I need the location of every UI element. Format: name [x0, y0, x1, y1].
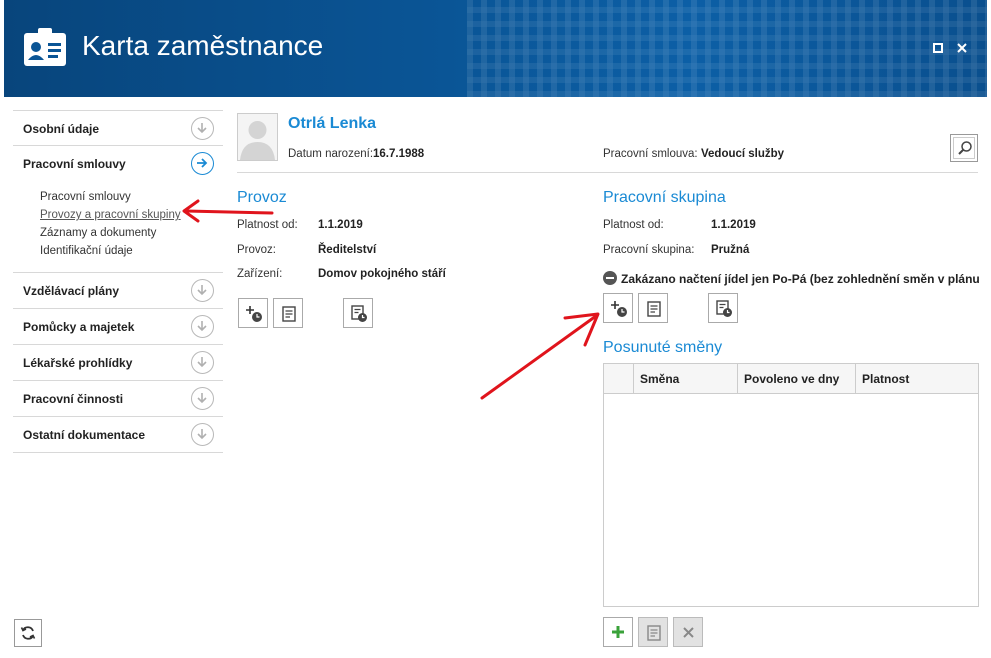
column-header-validity[interactable]: Platnost — [856, 364, 978, 393]
sidebar-item-contracts[interactable]: Pracovní smlouvy — [13, 146, 223, 182]
sidebar-item-equipment[interactable]: Pomůcky a majetek — [13, 309, 223, 345]
sidebar-item-label: Lékařské prohlídky — [23, 356, 133, 370]
maximize-button[interactable] — [930, 41, 946, 57]
sidebar-item-label: Vzdělávací plány — [23, 284, 120, 298]
provoz-valid-label: Platnost od: — [237, 219, 298, 231]
birth-label: Datum narození: — [288, 148, 374, 160]
meal-restriction-notice: Zakázano načtení jídel jen Po-Pá (bez zo… — [603, 271, 980, 286]
column-header-shift[interactable]: Směna — [634, 364, 738, 393]
sidebar-item-education[interactable]: Vzdělávací plány — [13, 273, 223, 309]
arrow-down-icon — [191, 117, 214, 140]
sidebar: Osobní údaje Pracovní smlouvy Pracovní s… — [13, 110, 223, 453]
sidebar-item-label: Pracovní činnosti — [23, 392, 124, 406]
document-clock-icon — [351, 305, 367, 322]
plus-icon — [612, 626, 624, 638]
submenu-item-identification[interactable]: Identifikační údaje — [40, 242, 223, 260]
annotation-arrow-diagonal — [480, 312, 600, 400]
notice-text: Zakázano načtení jídel jen Po-Pá (bez zo… — [621, 272, 980, 286]
minus-circle-icon — [603, 271, 617, 285]
sidebar-item-label: Pracovní smlouvy — [23, 157, 126, 171]
id-badge-icon — [24, 28, 66, 66]
add-clock-icon — [611, 301, 627, 317]
submenu-item-records[interactable]: Záznamy a dokumenty — [40, 224, 223, 242]
delete-shift-button[interactable] — [673, 617, 703, 647]
sidebar-item-activities[interactable]: Pracovní činnosti — [13, 381, 223, 417]
search-icon — [958, 141, 972, 155]
arrow-down-icon — [191, 315, 214, 338]
close-icon — [957, 43, 967, 53]
refresh-icon — [20, 626, 36, 640]
add-provoz-button[interactable] — [238, 298, 268, 328]
group-value: Pružná — [711, 244, 750, 256]
close-icon — [683, 627, 694, 638]
sidebar-item-label: Osobní údaje — [23, 122, 100, 136]
document-clock-icon — [716, 300, 732, 317]
sidebar-item-other-docs[interactable]: Ostatní dokumentace — [13, 417, 223, 453]
group-valid-value: 1.1.2019 — [711, 219, 756, 231]
provoz-value: Ředitelství — [318, 244, 377, 256]
group-valid-label: Platnost od: — [603, 219, 664, 231]
edit-shift-button[interactable] — [638, 617, 668, 647]
arrow-down-icon — [191, 279, 214, 302]
submenu-item-operations-groups[interactable]: Provozy a pracovní skupiny — [40, 206, 223, 224]
column-header-days[interactable]: Povoleno ve dny — [738, 364, 856, 393]
row-selector-header — [604, 364, 634, 393]
sidebar-submenu: Pracovní smlouvy Provozy a pracovní skup… — [13, 182, 223, 273]
group-label: Pracovní skupina: — [603, 244, 695, 256]
contract-label: Pracovní smlouva: — [603, 148, 698, 160]
provoz-valid-value: 1.1.2019 — [318, 219, 363, 231]
document-icon — [647, 625, 661, 641]
search-button[interactable] — [950, 134, 978, 162]
table-header: Směna Povoleno ve dny Platnost — [604, 364, 978, 394]
group-title: Pracovní skupina — [603, 189, 726, 206]
edit-group-button[interactable] — [638, 293, 668, 323]
close-button[interactable] — [954, 41, 970, 57]
sidebar-item-label: Ostatní dokumentace — [23, 428, 146, 442]
device-value: Domov pokojného stáří — [318, 268, 446, 280]
document-icon — [282, 306, 296, 322]
birth-value: 16.7.1988 — [373, 148, 425, 160]
sidebar-item-personal[interactable]: Osobní údaje — [13, 110, 223, 146]
avatar — [237, 113, 278, 161]
window-title: Karta zaměstnance — [82, 30, 324, 61]
title-bar: Karta zaměstnance — [4, 0, 987, 97]
provoz-title: Provoz — [237, 189, 287, 206]
header-pattern — [467, 0, 987, 97]
edit-provoz-button[interactable] — [273, 298, 303, 328]
contract-value: Vedoucí služby — [701, 148, 785, 160]
maximize-icon — [933, 43, 943, 53]
shifts-table[interactable]: Směna Povoleno ve dny Platnost — [603, 363, 979, 607]
sidebar-item-medical[interactable]: Lékařské prohlídky — [13, 345, 223, 381]
refresh-button[interactable] — [14, 619, 42, 647]
add-group-button[interactable] — [603, 293, 633, 323]
document-icon — [647, 301, 661, 317]
provoz-label: Provoz: — [237, 244, 276, 256]
arrow-down-icon — [191, 387, 214, 410]
employee-card-window: Karta zaměstnance Osobní údaje Pracovní … — [0, 0, 991, 658]
provoz-history-button[interactable] — [343, 298, 373, 328]
add-clock-icon — [246, 306, 262, 322]
arrow-down-icon — [191, 351, 214, 374]
person-silhouette-icon — [240, 121, 275, 160]
group-history-button[interactable] — [708, 293, 738, 323]
device-label: Zařízení: — [237, 268, 283, 280]
arrow-down-icon — [191, 423, 214, 446]
shifts-title: Posunuté směny — [603, 339, 723, 356]
add-shift-button[interactable] — [603, 617, 633, 647]
submenu-item-contracts[interactable]: Pracovní smlouvy — [40, 188, 223, 206]
arrow-right-icon — [191, 152, 214, 175]
sidebar-item-label: Pomůcky a majetek — [23, 320, 135, 334]
divider — [237, 172, 978, 173]
employee-name: Otrlá Lenka — [288, 115, 377, 132]
